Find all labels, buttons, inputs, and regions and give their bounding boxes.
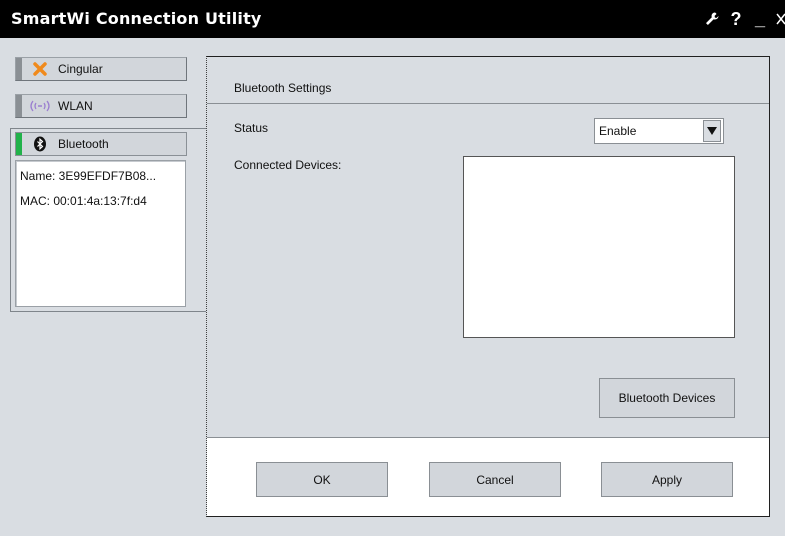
apply-button[interactable]: Apply [601,462,733,497]
sidebar-item-cingular[interactable]: Cingular [15,57,187,81]
minimize-icon[interactable]: _ [751,8,769,30]
bluetooth-icon [22,136,58,152]
sidebar-item-label: Bluetooth [58,137,109,151]
dropdown-arrow-icon[interactable] [703,120,721,142]
sidebar-item-bluetooth[interactable]: Bluetooth [15,132,187,156]
help-icon[interactable]: ? [727,8,745,30]
bluetooth-devices-button[interactable]: Bluetooth Devices [599,378,735,418]
close-icon[interactable] [775,8,785,30]
connected-devices-list[interactable] [463,156,735,338]
title-bar[interactable]: SmartWi Connection Utility ? _ [0,0,785,38]
wrench-icon[interactable] [703,8,721,30]
window-controls: ? _ [703,6,785,32]
status-label: Status [234,121,269,135]
cingular-x-icon [22,61,58,77]
sidebar-item-label: WLAN [58,99,93,113]
cancel-button[interactable]: Cancel [429,462,561,497]
app-title: SmartWi Connection Utility [11,9,262,28]
device-name: Name: 3E99EFDF7B08... [20,169,157,183]
status-dropdown[interactable]: Enable [594,118,724,144]
ok-button[interactable]: OK [256,462,388,497]
device-mac: MAC: 00:01:4a:13:7f:d4 [20,194,147,208]
wlan-signal-icon [22,99,58,113]
connected-devices-label: Connected Devices: [234,158,342,172]
device-info-box: Name: 3E99EFDF7B08... MAC: 00:01:4a:13:7… [15,160,186,307]
dialog-footer: OK Cancel Apply [207,437,769,516]
divider [207,103,769,104]
app-window: SmartWi Connection Utility ? _ Cingular [0,0,785,536]
section-title: Bluetooth Settings [234,81,332,95]
sidebar-item-wlan[interactable]: WLAN [15,94,187,118]
settings-panel: Bluetooth Settings Status Enable Connect… [206,56,770,517]
sidebar-item-label: Cingular [58,62,103,76]
status-dropdown-value: Enable [599,124,637,138]
